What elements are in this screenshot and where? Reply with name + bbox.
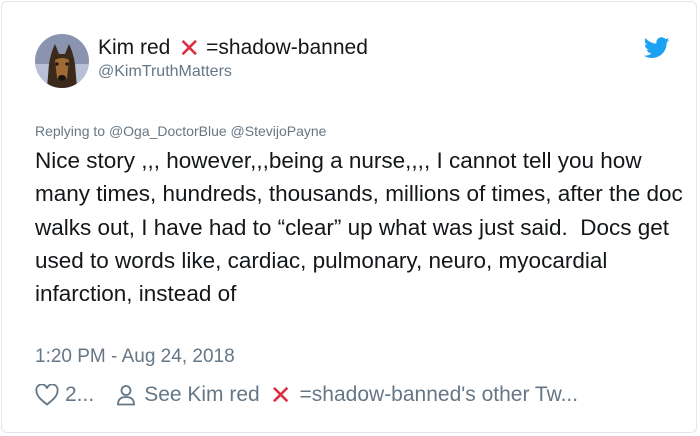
tweet-footer: 2... See Kim red ✕ =shadow-banned's othe… bbox=[35, 382, 578, 408]
display-name-suffix: =shadow-banned bbox=[206, 36, 368, 59]
dog-avatar[interactable] bbox=[35, 34, 89, 88]
cross-mark-icon: ✕ bbox=[269, 380, 292, 410]
tweet-timestamp[interactable]: 1:20 PM - Aug 24, 2018 bbox=[35, 346, 235, 368]
other-tweets-suffix: =shadow-banned's other Tw... bbox=[299, 383, 579, 406]
reply-prefix: Replying to bbox=[35, 123, 106, 139]
other-tweets-prefix: See Kim red bbox=[144, 383, 260, 406]
person-icon bbox=[116, 384, 136, 406]
cross-mark-icon: ✕ bbox=[178, 33, 201, 63]
twitter-bird-icon[interactable] bbox=[643, 37, 670, 59]
heart-icon[interactable] bbox=[35, 384, 59, 406]
like-count[interactable]: 2... bbox=[65, 383, 94, 407]
display-name[interactable]: Kim red ✕ =shadow-banned bbox=[98, 35, 368, 61]
user-handle[interactable]: @KimTruthMatters bbox=[98, 63, 232, 81]
reply-mentions[interactable]: @Oga_DoctorBlue @StevijoPayne bbox=[109, 123, 327, 139]
display-name-prefix: Kim red bbox=[98, 36, 171, 59]
reply-context: Replying to @Oga_DoctorBlue @StevijoPayn… bbox=[35, 123, 326, 139]
see-other-tweets-link[interactable]: See Kim red ✕ =shadow-banned's other Tw.… bbox=[144, 382, 578, 408]
tweet-card: Kim red ✕ =shadow-banned @KimTruthMatter… bbox=[1, 1, 697, 433]
tweet-text: Nice story ,,, however,,,being a nurse,,… bbox=[35, 148, 690, 307]
